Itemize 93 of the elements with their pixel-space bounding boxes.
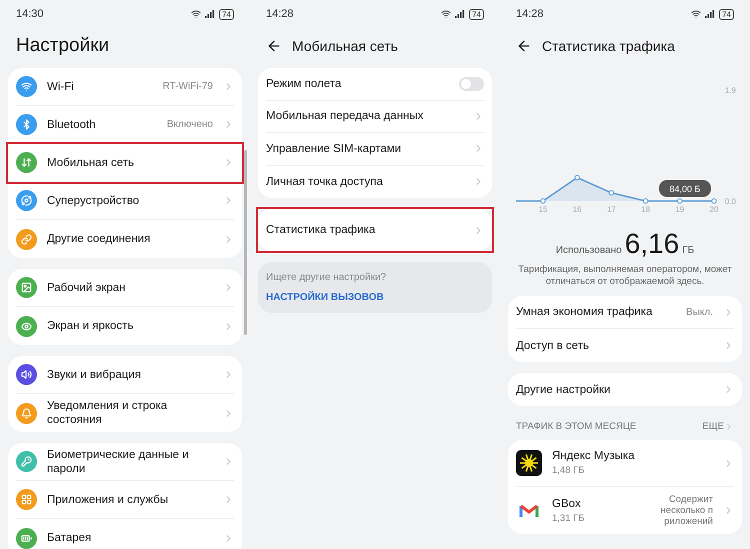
settings-item[interactable]: Экран и яркость: [16, 307, 234, 345]
chart-point: [540, 198, 546, 204]
call-settings-link[interactable]: НАСТРОЙКИ ВЫЗОВОВ: [266, 292, 484, 303]
signal-icon: [705, 10, 716, 18]
item-label: Мобильная передача данных: [266, 109, 424, 124]
chart-point: [574, 174, 580, 180]
chart-point: [608, 190, 614, 196]
settings-item[interactable]: Звуки и вибрация: [16, 356, 234, 394]
wifi-icon: [441, 9, 452, 19]
screen-title: Мобильная сеть: [292, 38, 398, 54]
settings-item[interactable]: Умная экономия трафика Выкл.: [516, 296, 734, 329]
item-value: Включено: [166, 119, 213, 130]
settings-item[interactable]: Мобильная сеть: [8, 144, 242, 182]
value-tooltip: 84,00 Б: [659, 180, 711, 197]
x-tick-label: 20: [710, 205, 718, 214]
app-name: GBox: [552, 498, 582, 510]
status-time: 14:28: [266, 8, 294, 20]
x-tick-label: 18: [641, 205, 650, 214]
item-label: Суперустройство: [47, 194, 140, 208]
back-icon[interactable]: [516, 38, 532, 54]
signal-icon: [205, 10, 216, 18]
toggle-switch[interactable]: [459, 76, 484, 91]
app-item[interactable]: Яндекс Музыка 1,48 ГБ: [516, 440, 734, 487]
back-icon[interactable]: [266, 38, 282, 54]
settings-item[interactable]: Статистика трафика: [258, 209, 492, 251]
settings-item[interactable]: Wi-Fi RT-WiFi-79: [16, 68, 234, 106]
item-label: Экран и яркость: [47, 319, 134, 334]
settings-item[interactable]: Биометрические данные и пароли: [16, 443, 234, 481]
chart-point: [642, 198, 648, 204]
x-tick-label: 15: [538, 205, 548, 214]
chart-point: [711, 198, 717, 204]
settings-item[interactable]: Bluetooth Включено: [16, 106, 234, 144]
item-value: Выкл.: [686, 306, 713, 318]
item-label: Другие настройки: [516, 382, 612, 398]
item-label: Управление SIM-картами: [266, 142, 402, 157]
settings-item[interactable]: Режим полета: [266, 68, 484, 100]
hint-text: Ищете другие настройки?: [266, 272, 388, 283]
screen-title: Настройки: [16, 35, 110, 57]
item-label: Уведомления и строка состояния: [47, 399, 168, 428]
screen-title: Статистика трафика: [542, 38, 675, 54]
item-label: Wi-Fi: [47, 80, 75, 94]
item-label: Батарея: [47, 531, 92, 546]
settings-item[interactable]: Другие настройки: [516, 373, 734, 406]
y-tick-label: 1.9: [724, 86, 736, 95]
app-name: Яндекс Музыка: [552, 450, 636, 462]
sun-icon: [516, 450, 542, 476]
app-note: Содержит несколько п риложений: [660, 494, 713, 527]
item-label: Доступ в сеть: [516, 338, 590, 354]
item-label: Статистика трафика: [266, 223, 376, 238]
item-label: Биометрические данные и пароли: [47, 448, 190, 476]
x-tick-label: 17: [606, 205, 616, 214]
settings-item[interactable]: Батарея: [16, 519, 234, 549]
wifi-icon: [691, 9, 702, 19]
used-label: Использовано: [556, 245, 622, 256]
item-label: Рабочий экран: [47, 280, 126, 296]
used-value: 6,16: [624, 228, 680, 260]
item-label: Умная экономия трафика: [516, 305, 654, 320]
item-value: RT-WiFi-79: [162, 81, 213, 92]
x-tick-label: 19: [675, 205, 684, 214]
app-item[interactable]: GBox 1,31 ГБ Содержит несколько п риложений: [516, 487, 734, 534]
annotation: 84,00 Б: [670, 184, 701, 194]
item-label: Другие соединения: [47, 232, 152, 247]
item-label: Мобильная сеть: [47, 156, 136, 170]
app-usage: 1,48 ГБ: [552, 465, 586, 476]
y-tick-label: 0.0: [724, 197, 736, 206]
section-title: ТРАФИК В ЭТОМ МЕСЯЦЕ: [516, 421, 636, 432]
app-usage: 1,31 ГБ: [552, 512, 586, 524]
status-time: 14:28: [516, 8, 544, 20]
settings-item[interactable]: Мобильная передача данных: [266, 100, 484, 133]
status-time: 14:30: [16, 8, 44, 20]
used-unit: ГБ: [682, 245, 694, 256]
settings-item[interactable]: Управление SIM-картами: [266, 133, 484, 166]
settings-item[interactable]: Приложения и службы: [16, 481, 234, 519]
settings-item[interactable]: Рабочий экран: [16, 269, 234, 307]
item-label: Режим полета: [266, 76, 342, 92]
settings-item[interactable]: Уведомления и строка состояния: [16, 394, 234, 432]
battery-level: 74: [469, 8, 484, 20]
item-label: Звуки и вибрация: [47, 368, 142, 382]
more-link[interactable]: ЕЩЕ: [702, 421, 734, 432]
wifi-icon: [191, 9, 202, 19]
settings-item[interactable]: Доступ в сеть: [516, 329, 734, 362]
settings-item[interactable]: Суперустройство: [16, 182, 234, 220]
item-label: Приложения и службы: [47, 492, 170, 508]
battery-level: 74: [219, 8, 234, 20]
billing-note: Тарификация, выполняемая оператором, может отличаться от отображаемой здесь.: [517, 264, 733, 288]
chart-point: [677, 198, 682, 204]
settings-item[interactable]: Другие соединения: [16, 220, 234, 258]
settings-item[interactable]: Личная точка доступа: [266, 166, 484, 198]
item-label: Личная точка доступа: [266, 174, 384, 190]
battery-level: 74: [719, 8, 734, 20]
x-tick-label: 16: [572, 205, 582, 214]
item-label: Bluetooth: [47, 118, 97, 132]
signal-icon: [455, 10, 466, 18]
